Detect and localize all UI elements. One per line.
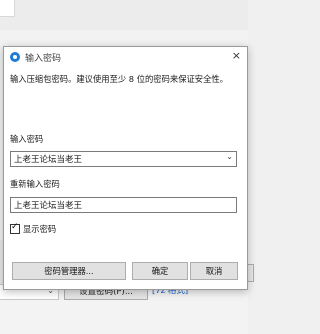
chevron-down-icon[interactable]: ⌄: [226, 152, 233, 161]
password-label: 输入密码: [10, 134, 44, 144]
checkmark-icon: ✓: [11, 222, 19, 232]
cancel-button[interactable]: 取消: [190, 262, 238, 280]
password-combobox[interactable]: 上老王论坛当老王 ⌄: [10, 151, 237, 167]
reenter-password-value: 上老王论坛当老王: [14, 201, 83, 211]
show-password-label[interactable]: 显示密码: [23, 223, 56, 235]
background-field: [0, 0, 15, 17]
intro-text: 输入压缩包密码。建议使用至少 8 位的密码来保证安全性。: [10, 74, 228, 84]
password-dialog: 输入密码 × 输入压缩包密码。建议使用至少 8 位的密码来保证安全性。 输入密码…: [3, 46, 248, 290]
reenter-password-label: 重新输入密码: [10, 179, 60, 189]
dialog-title: 输入密码: [25, 54, 62, 64]
ok-button[interactable]: 确定: [132, 262, 188, 280]
background-toolbar: [0, 0, 248, 30]
close-icon[interactable]: ×: [232, 49, 241, 62]
dialog-titlebar[interactable]: 输入密码 ×: [4, 47, 247, 67]
password-manager-button[interactable]: 密码管理器...: [12, 262, 126, 280]
app-logo-icon: [10, 52, 20, 62]
reenter-password-input[interactable]: 上老王论坛当老王: [10, 197, 237, 213]
show-password-checkbox[interactable]: ✓: [10, 222, 20, 234]
password-value: 上老王论坛当老王: [14, 155, 83, 165]
